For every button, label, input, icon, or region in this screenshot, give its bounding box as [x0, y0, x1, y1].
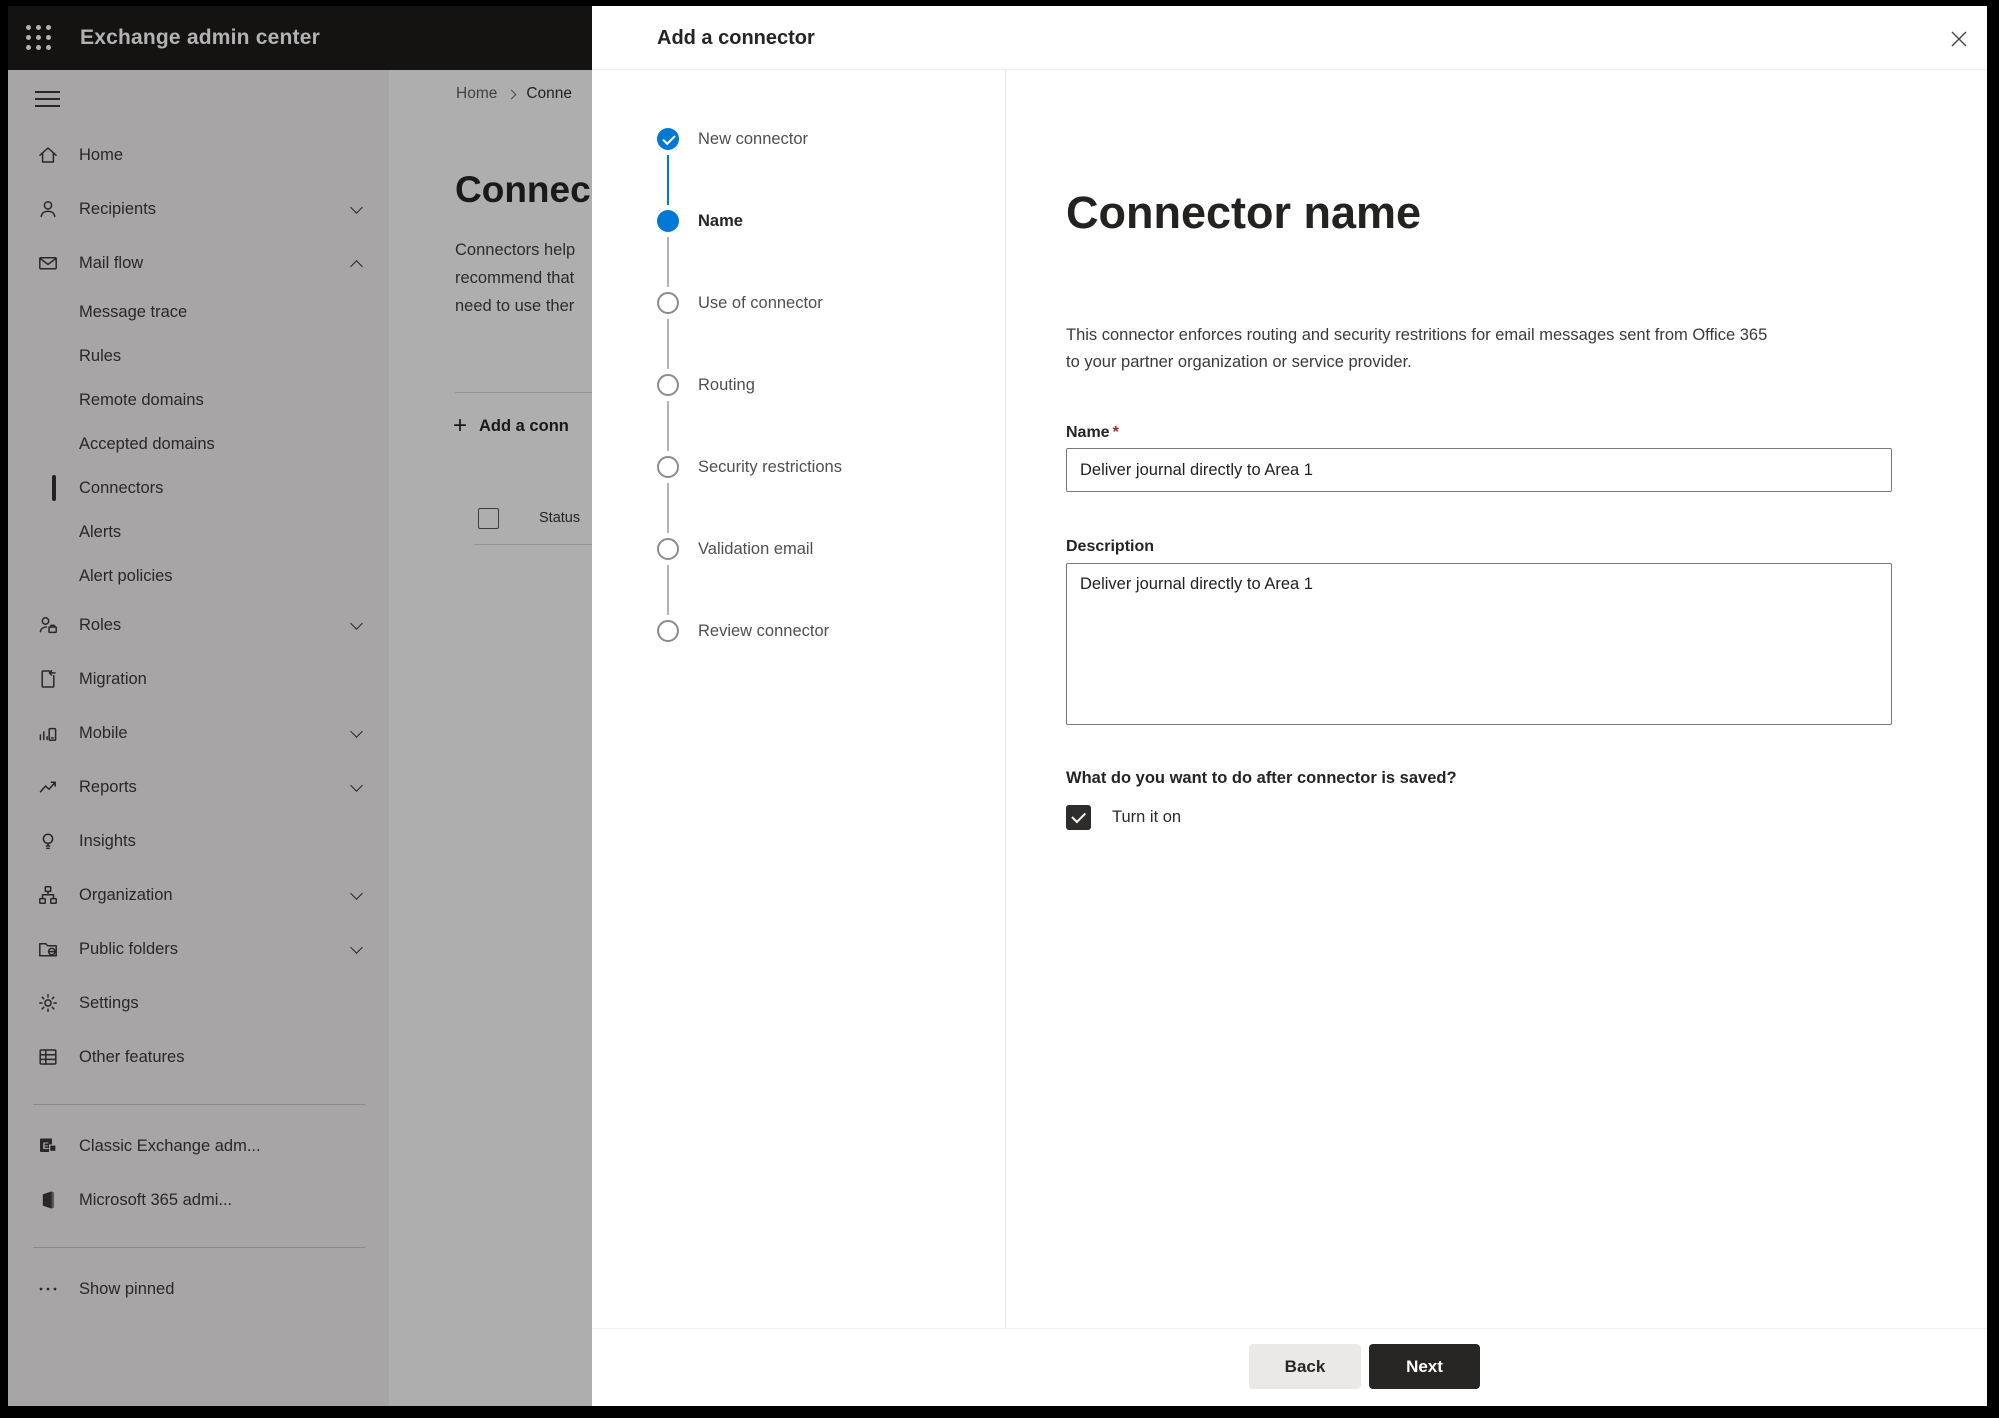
wizard-step-label: Name: [698, 211, 743, 230]
wizard-step-name[interactable]: Name: [657, 209, 743, 233]
turn-on-label: Turn it on: [1112, 808, 1182, 826]
wizard-step-label: Security restrictions: [698, 457, 842, 476]
step-upcoming-icon: [657, 620, 679, 642]
after-save-question: What do you want to do after connector i…: [1066, 769, 1457, 787]
dialog-footer: Back Next: [592, 1328, 1987, 1406]
step-upcoming-icon: [657, 292, 679, 314]
name-input[interactable]: [1066, 448, 1892, 492]
step-connector-line: [667, 401, 669, 451]
screen: Exchange admin center Home Recipients Mail…: [0, 0, 1999, 1418]
step-description: This connector enforces routing and secu…: [1066, 322, 1767, 376]
wizard-step-label: Review connector: [698, 621, 830, 640]
step-description-line: This connector enforces routing and secu…: [1066, 326, 1768, 344]
turn-on-checkbox[interactable]: [1066, 805, 1091, 830]
step-current-icon: [657, 210, 679, 232]
step-connector-line: [667, 483, 669, 533]
wizard-step-label: Routing: [698, 375, 755, 394]
back-button[interactable]: Back: [1249, 1344, 1361, 1389]
step-completed-icon: [657, 128, 679, 150]
dialog-header: Add a connector: [592, 6, 1987, 70]
wizard-step-security-restrictions[interactable]: Security restrictions: [657, 455, 842, 479]
next-button[interactable]: Next: [1369, 1344, 1480, 1389]
step-connector-line: [667, 319, 669, 369]
description-textarea[interactable]: Deliver journal directly to Area 1: [1066, 563, 1892, 725]
wizard-step-routing[interactable]: Routing: [657, 373, 755, 397]
turn-on-row: Turn it on: [1066, 805, 1181, 830]
wizard-step-label: New connector: [698, 129, 809, 148]
required-marker: *: [1112, 424, 1119, 441]
step-description-line: to your partner organization or service …: [1066, 353, 1412, 371]
step-connector-line: [667, 237, 669, 287]
name-label-text: Name: [1066, 424, 1110, 441]
name-field-label: Name *: [1066, 424, 1119, 442]
description-field-label: Description: [1066, 538, 1155, 555]
wizard-step-new-connector[interactable]: New connector: [657, 127, 808, 151]
close-icon[interactable]: [1944, 24, 1974, 54]
wizard-step-use-of-connector[interactable]: Use of connector: [657, 291, 823, 315]
wizard-step-validation-email[interactable]: Validation email: [657, 537, 813, 561]
wizard-step-review-connector[interactable]: Review connector: [657, 619, 829, 643]
steps-divider: [1005, 70, 1006, 1328]
step-upcoming-icon: [657, 456, 679, 478]
wizard-step-label: Validation email: [698, 539, 814, 558]
wizard-step-label: Use of connector: [698, 293, 823, 312]
dialog-title: Add a connector: [657, 26, 815, 49]
step-connector-line: [667, 155, 669, 205]
step-connector-line: [667, 565, 669, 615]
add-connector-dialog: Add a connector New connector Name Use of …: [592, 6, 1987, 1406]
step-heading: Connector name: [1066, 187, 1422, 238]
step-upcoming-icon: [657, 538, 679, 560]
step-upcoming-icon: [657, 374, 679, 396]
